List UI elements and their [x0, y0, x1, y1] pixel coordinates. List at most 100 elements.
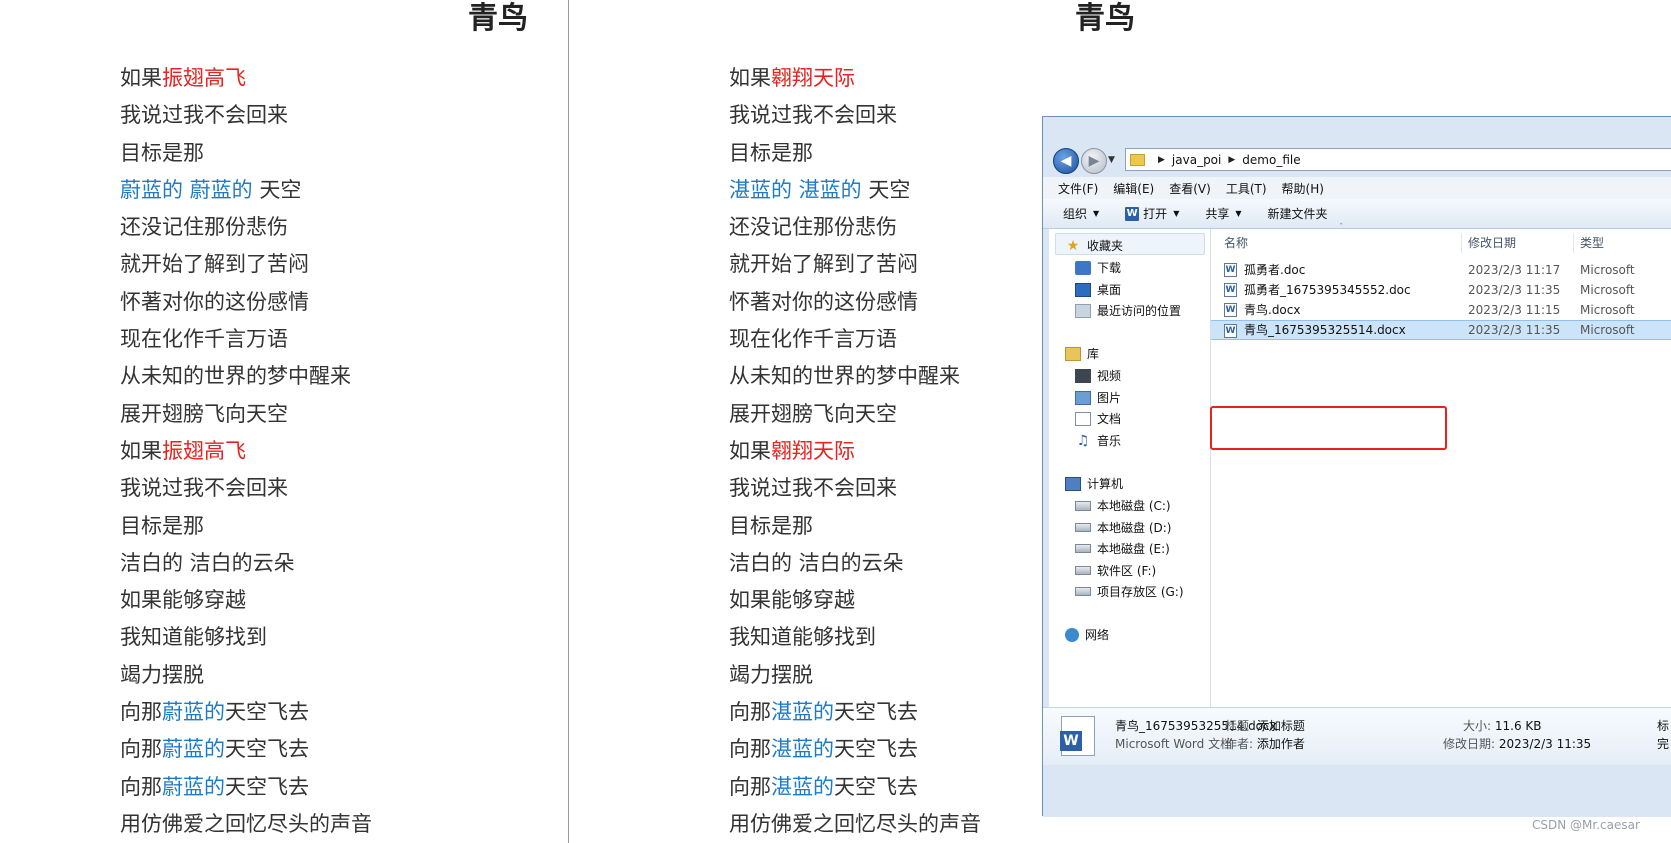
lyric-line: 目标是那	[120, 508, 372, 545]
lyric-segment: 向那	[120, 774, 162, 799]
nav-network[interactable]: 网络	[1065, 626, 1109, 643]
column-header-type[interactable]: 类型	[1580, 229, 1604, 257]
back-arrow-icon[interactable]: ◀	[1053, 148, 1079, 174]
nav-videos[interactable]: 视频	[1075, 367, 1121, 384]
recent-pages-dropdown-icon[interactable]: ▼	[1108, 155, 1115, 165]
nav-downloads[interactable]: 下载	[1075, 259, 1121, 276]
lyric-line: 目标是那	[729, 135, 981, 172]
organize-button[interactable]: 组织 ▼	[1063, 205, 1099, 222]
lyric-line: 如果翱翔天际	[729, 433, 981, 470]
nav-drive-g-label: 项目存放区 (G:)	[1097, 585, 1184, 599]
breadcrumb-demo-file[interactable]: demo_file	[1242, 153, 1300, 167]
details-file-type: Microsoft Word 文档	[1115, 737, 1233, 751]
file-row[interactable]: W 青鸟.docx 2023/2/3 11:15 Microsoft	[1211, 300, 1671, 320]
nav-downloads-label: 下载	[1097, 261, 1122, 275]
folder-icon	[1130, 153, 1145, 166]
lyric-line: 目标是那	[729, 508, 981, 545]
chevron-down-icon: ▼	[1235, 209, 1242, 218]
lyric-line: 我说过我不会回来	[120, 470, 372, 507]
lyric-segment: 我说过我不会回来	[729, 103, 897, 128]
lyric-segment: 湛蓝的	[771, 774, 834, 799]
lyric-line: 目标是那	[120, 135, 372, 172]
details-title-value[interactable]: 添加标题	[1257, 719, 1305, 733]
nav-documents[interactable]: 文档	[1075, 410, 1121, 427]
address-bar[interactable]: ▶ java_poi ▶ demo_file	[1125, 148, 1671, 171]
nav-desktop[interactable]: 桌面	[1075, 281, 1121, 298]
nav-music[interactable]: ♫ 音乐	[1075, 432, 1121, 449]
forward-arrow-icon[interactable]: ▶	[1081, 148, 1107, 174]
doc-left-lyrics: 如果振翅高飞 我说过我不会回来 目标是那 蔚蓝的 蔚蓝的 天空 还没记住那份悲伤 就开始了…	[120, 60, 372, 843]
details-author-field[interactable]: 作者: 添加作者	[1225, 735, 1305, 752]
file-name: 孤勇者_1675395345552.doc	[1244, 283, 1411, 297]
new-folder-label: 新建文件夹	[1267, 207, 1328, 221]
document-left: 青鸟 如果振翅高飞 我说过我不会回来 目标是那 蔚蓝的 蔚蓝的 天空 还没记住那份悲伤就…	[0, 0, 568, 843]
doc-left-title: 青鸟	[468, 1, 528, 36]
nav-drive-e[interactable]: 本地磁盘 (E:)	[1075, 540, 1170, 557]
file-row-selected[interactable]: W 青鸟_1675395325514.docx 2023/2/3 11:35 M…	[1211, 320, 1671, 340]
lyric-segment: 天空	[252, 177, 302, 202]
nav-drive-c[interactable]: 本地磁盘 (C:)	[1075, 497, 1171, 514]
menu-view[interactable]: 查看(V)	[1169, 180, 1211, 197]
lyric-segment: 还没记住那份悲伤	[729, 215, 897, 240]
watermark: CSDN @Mr.caesar	[1532, 818, 1640, 832]
column-header-name[interactable]: 名称	[1224, 229, 1248, 257]
lyric-segment: 就开始了解到了苦闷	[120, 252, 309, 277]
chevron-right-icon[interactable]: ▶	[1158, 155, 1165, 165]
file-row[interactable]: W 孤勇者.doc 2023/2/3 11:17 Microsoft	[1211, 260, 1671, 280]
menu-tools[interactable]: 工具(T)	[1226, 180, 1267, 197]
video-icon	[1075, 368, 1091, 383]
file-type: Microsoft	[1580, 283, 1635, 297]
nav-libraries[interactable]: 库	[1065, 345, 1099, 362]
nav-computer[interactable]: 计算机	[1065, 475, 1123, 492]
nav-drive-d[interactable]: 本地磁盘 (D:)	[1075, 519, 1171, 536]
nav-recent-label: 最近访问的位置	[1097, 304, 1182, 318]
chevron-right-icon[interactable]: ▶	[1228, 155, 1235, 165]
file-row[interactable]: W 孤勇者_1675395345552.doc 2023/2/3 11:35 M…	[1211, 280, 1671, 300]
nav-drive-g[interactable]: 项目存放区 (G:)	[1075, 583, 1184, 600]
library-icon	[1065, 346, 1081, 361]
menu-help[interactable]: 帮助(H)	[1282, 180, 1324, 197]
lyric-segment: 蔚蓝的	[162, 774, 225, 799]
nav-drive-f[interactable]: 软件区 (F:)	[1075, 562, 1156, 579]
nav-documents-label: 文档	[1097, 412, 1122, 426]
lyric-line: 还没记住那份悲伤	[729, 209, 981, 246]
lyric-line: 如果能够穿越	[120, 582, 372, 619]
nav-favorites[interactable]: ★ 收藏夹	[1065, 237, 1123, 254]
lyric-line: 从未知的世界的梦中醒来	[729, 358, 981, 395]
details-author-value[interactable]: 添加作者	[1257, 737, 1305, 751]
nav-drive-e-label: 本地磁盘 (E:)	[1097, 542, 1170, 556]
column-header-date[interactable]: 修改日期	[1468, 229, 1516, 257]
nav-pictures[interactable]: 图片	[1075, 389, 1121, 406]
lyric-line: 用仿佛爱之回忆尽头的声音	[120, 806, 372, 843]
word-document-icon: W	[1224, 303, 1237, 317]
lyric-segment: 从未知的世界的梦中醒来	[729, 364, 960, 389]
lyric-segment: 我知道能够找到	[729, 625, 876, 650]
file-list: ˆ 名称 修改日期 类型 W 孤勇者.doc 2023/2/3 11:17 Mi…	[1211, 223, 1671, 747]
nav-drive-f-label: 软件区 (F:)	[1097, 564, 1157, 578]
nav-recent[interactable]: 最近访问的位置	[1075, 302, 1181, 319]
lyric-segment: 蔚蓝的 蔚蓝的	[120, 177, 253, 202]
drive-icon	[1075, 566, 1091, 575]
menu-edit[interactable]: 编辑(E)	[1113, 180, 1154, 197]
menu-file[interactable]: 文件(F)	[1058, 180, 1098, 197]
file-type: Microsoft	[1580, 303, 1635, 317]
doc-right-title: 青鸟	[1075, 1, 1135, 36]
column-separator[interactable]	[1573, 233, 1574, 253]
details-modified-label: 修改日期:	[1443, 737, 1496, 751]
word-document-large-icon: W	[1060, 716, 1095, 756]
address-row: ◀ ▶ ▼ ▶ java_poi ▶ demo_file	[1049, 147, 1671, 174]
lyric-line: 用仿佛爱之回忆尽头的声音	[729, 806, 981, 843]
open-button[interactable]: W 打开 ▼	[1125, 205, 1179, 222]
details-modified-value: 2023/2/3 11:35	[1498, 737, 1592, 751]
new-folder-button[interactable]: 新建文件夹	[1268, 205, 1328, 222]
download-folder-icon	[1075, 260, 1091, 275]
lyric-segment: 现在化作千言万语	[120, 327, 288, 352]
breadcrumb-java-poi[interactable]: java_poi	[1172, 153, 1221, 167]
share-button[interactable]: 共享 ▼	[1205, 205, 1241, 222]
details-title-field[interactable]: 标题: 添加标题	[1225, 717, 1305, 734]
nav-libraries-label: 库	[1087, 347, 1100, 361]
column-separator[interactable]	[1461, 233, 1462, 253]
lyric-line: 向那湛蓝的天空飞去	[729, 731, 981, 768]
lyric-line: 洁白的 洁白的云朵	[120, 545, 372, 582]
lyric-segment: 怀著对你的这份感情	[120, 289, 309, 314]
